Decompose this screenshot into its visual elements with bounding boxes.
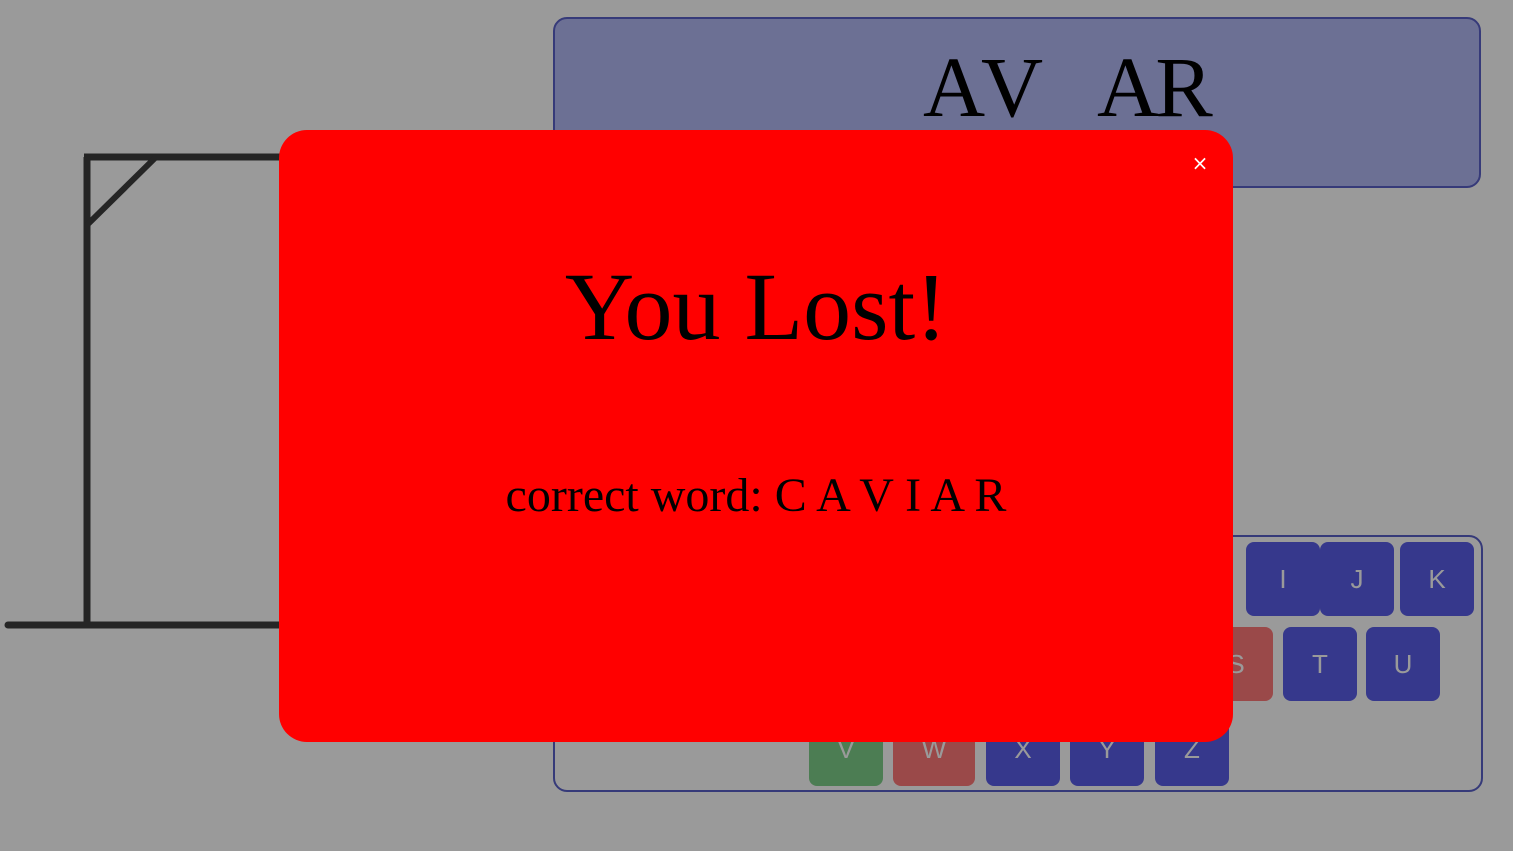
game-over-modal: × You Lost! correct word: C A V I A R bbox=[279, 130, 1233, 742]
correct-word-label: correct word: bbox=[505, 469, 763, 522]
game-screen: A V A R I J K S T U V W X Y Z × You Lost… bbox=[0, 0, 1513, 851]
close-icon[interactable]: × bbox=[1187, 150, 1213, 176]
result-title: You Lost! bbox=[564, 253, 948, 360]
correct-word-message: correct word: C A V I A R bbox=[279, 466, 1233, 526]
correct-word-value: C A V I A R bbox=[774, 469, 1007, 522]
